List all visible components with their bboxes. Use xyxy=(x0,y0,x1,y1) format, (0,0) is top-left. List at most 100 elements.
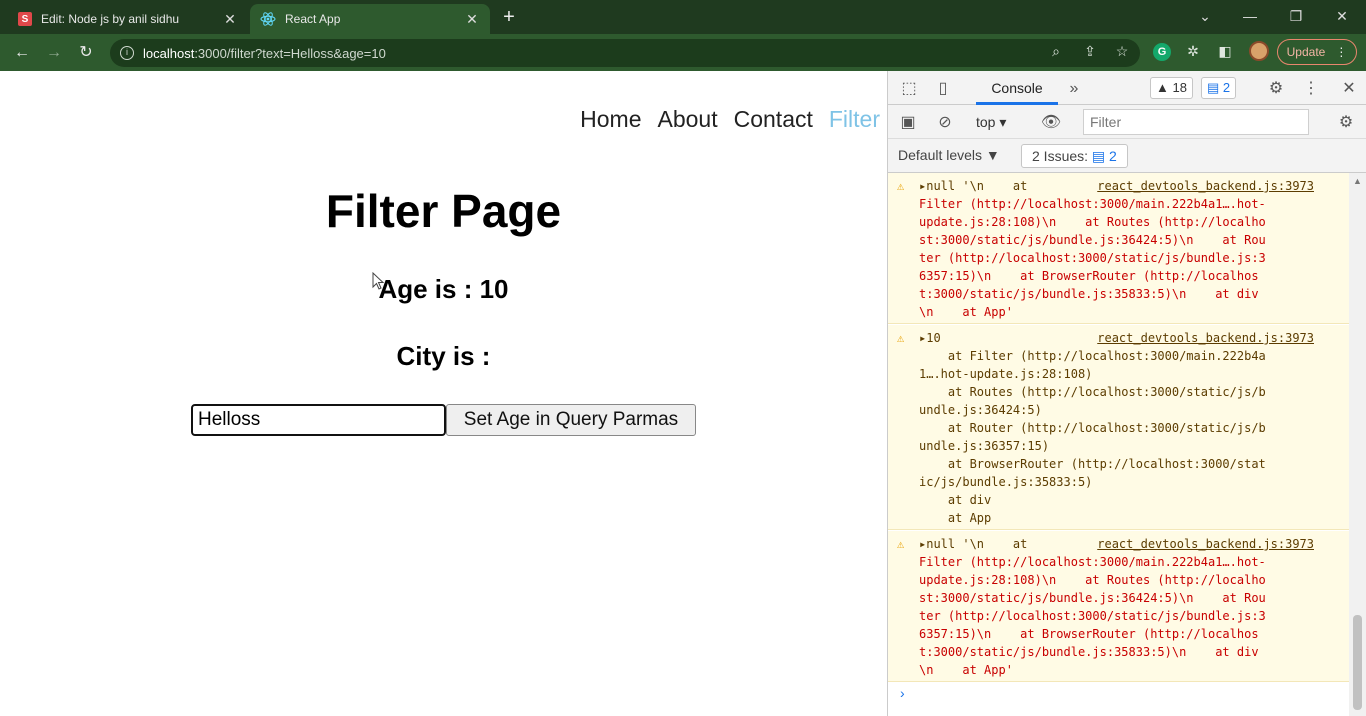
log-line: update.js:28:108)\n at Routes (http://lo… xyxy=(919,573,1266,587)
nav-link-filter[interactable]: Filter xyxy=(829,106,880,133)
new-tab-button[interactable]: + xyxy=(498,6,520,28)
tab-title: React App xyxy=(285,12,341,26)
inspect-element-icon[interactable]: ⬚ xyxy=(898,78,920,100)
tab-react-app[interactable]: React App ✕ xyxy=(250,4,490,34)
console-warning[interactable]: ⚠ react_devtools_backend.js:3973 ▸10 at … xyxy=(888,325,1350,530)
close-icon[interactable]: ✕ xyxy=(464,11,480,28)
issues-label: 2 Issues: xyxy=(1032,148,1089,164)
url-host: localhost xyxy=(143,45,195,61)
warnings-badge[interactable]: ▲ 18 xyxy=(1150,77,1193,99)
log-line: Filter (http://localhost:3000/main.222b4… xyxy=(919,197,1266,211)
log-line: ic/js/bundle.js:35833:5) xyxy=(919,475,1093,489)
log-line: at Routes (http://localhost:3000/static/… xyxy=(919,385,1266,399)
console-warning[interactable]: ⚠ react_devtools_backend.js:3973 ▸null '… xyxy=(888,173,1350,324)
message-icon: ▤ xyxy=(1207,80,1220,95)
issues-button[interactable]: 2 Issues: ▤ 2 xyxy=(1021,144,1128,168)
device-toolbar-icon[interactable]: ▯ xyxy=(932,78,954,100)
live-expression-eye-icon[interactable]: 👁 xyxy=(1040,112,1062,134)
messages-count: 2 xyxy=(1222,80,1231,95)
log-line: at App xyxy=(919,511,992,525)
context-select[interactable]: top ▾ xyxy=(976,111,1020,133)
log-line: ter (http://localhost:3000/static/js/bun… xyxy=(919,251,1266,265)
log-levels-select[interactable]: Default levels ▼ xyxy=(898,147,1000,163)
more-options-icon[interactable]: ⋮ xyxy=(1300,78,1322,100)
forward-icon[interactable]: → xyxy=(42,41,66,65)
scroll-thumb[interactable] xyxy=(1353,615,1362,710)
log-line: update.js:28:108)\n at Routes (http://lo… xyxy=(919,215,1266,229)
page-viewport: Home About Contact Filter Filter Page Ag… xyxy=(0,71,887,716)
issues-message-icon: ▤ xyxy=(1091,148,1106,164)
minimize-button[interactable]: — xyxy=(1230,5,1270,27)
log-line: 1….hot-update.js:28:108) xyxy=(919,367,1093,381)
console-messages: ⚠ react_devtools_backend.js:3973 ▸null '… xyxy=(888,173,1350,716)
extensions-puzzle-icon[interactable]: ✲ xyxy=(1183,41,1203,61)
log-line: st:3000/static/js/bundle.js:36424:5)\n a… xyxy=(919,233,1266,247)
tab-title: Edit: Node js by anil sidhu xyxy=(41,12,180,26)
console-scrollbar[interactable]: ▲ xyxy=(1349,173,1366,716)
profile-avatar[interactable] xyxy=(1249,41,1269,61)
side-panel-icon[interactable]: ◧ xyxy=(1215,41,1235,61)
chevron-down-icon: ▾ xyxy=(999,114,1007,130)
issues-count: 2 xyxy=(1109,148,1117,164)
scroll-up-icon[interactable]: ▲ xyxy=(1353,176,1362,186)
source-link[interactable]: react_devtools_backend.js:3973 xyxy=(1097,177,1314,195)
more-menu-icon[interactable]: ⋮ xyxy=(1335,45,1347,59)
sidebar-toggle-icon[interactable]: ▣ xyxy=(897,112,919,134)
city-text: City is : xyxy=(396,341,491,371)
reload-icon[interactable]: ↻ xyxy=(74,41,98,65)
nav-link-home[interactable]: Home xyxy=(580,106,641,133)
settings-gear-icon[interactable]: ⚙ xyxy=(1265,78,1287,100)
log-line: t:3000/static/js/bundle.js:35833:5)\n at… xyxy=(919,645,1259,659)
console-settings-gear-icon[interactable]: ⚙ xyxy=(1335,112,1357,134)
site-info-icon[interactable]: i xyxy=(120,46,134,60)
back-icon[interactable]: ← xyxy=(10,41,34,65)
devtools-close-icon[interactable]: ✕ xyxy=(1338,78,1360,100)
log-line: ter (http://localhost:3000/static/js/bun… xyxy=(919,609,1266,623)
log-line: Filter (http://localhost:3000/main.222b4… xyxy=(919,555,1266,569)
address-bar[interactable]: i localhost:3000/filter?text=Helloss&age… xyxy=(110,39,1140,67)
console-toolbar: ▣ ⊘ top ▾ 👁 Filter ⚙ xyxy=(888,105,1366,139)
grammarly-extension-icon[interactable]: G xyxy=(1153,43,1171,61)
text-input[interactable]: Helloss xyxy=(191,404,446,436)
source-link[interactable]: react_devtools_backend.js:3973 xyxy=(1097,329,1314,347)
nav-link-about[interactable]: About xyxy=(658,106,718,133)
share-icon[interactable]: ⇪ xyxy=(1080,41,1100,61)
console-filter-input[interactable]: Filter xyxy=(1083,109,1309,135)
react-icon xyxy=(260,12,276,26)
set-age-button[interactable]: Set Age in Query Parmas xyxy=(446,404,696,436)
console-warning[interactable]: ⚠ react_devtools_backend.js:3973 ▸null '… xyxy=(888,531,1350,682)
source-link[interactable]: react_devtools_backend.js:3973 xyxy=(1097,535,1314,553)
restore-button[interactable]: ❐ xyxy=(1276,5,1316,27)
top-nav: Home About Contact Filter xyxy=(580,106,880,133)
devtools-tabbar: ⬚ ▯ Console » ▲ 18 ▤ 2 ⚙ ⋮ ✕ xyxy=(888,71,1366,105)
tab-edit-node-js[interactable]: S Edit: Node js by anil sidhu ✕ xyxy=(8,4,248,34)
window-close-button[interactable]: ✕ xyxy=(1322,5,1362,27)
log-line: undle.js:36424:5) xyxy=(919,403,1042,417)
log-line: \n at App' xyxy=(919,305,1013,319)
log-line: undle.js:36357:15) xyxy=(919,439,1050,453)
zoom-icon[interactable]: ⌕ xyxy=(1046,41,1066,61)
levels-row: Default levels ▼ 2 Issues: ▤ 2 xyxy=(888,139,1366,173)
tab-search-icon[interactable]: ⌄ xyxy=(1185,5,1225,27)
context-value: top xyxy=(976,114,996,130)
nav-link-contact[interactable]: Contact xyxy=(734,106,813,133)
log-line: st:3000/static/js/bundle.js:36424:5)\n a… xyxy=(919,591,1266,605)
console-prompt[interactable]: › xyxy=(900,685,905,701)
tab-console[interactable]: Console xyxy=(976,71,1058,105)
more-tabs-icon[interactable]: » xyxy=(1063,78,1085,100)
mouse-cursor-icon xyxy=(372,272,384,290)
age-text: Age is : 10 xyxy=(378,274,509,304)
bookmark-star-icon[interactable]: ☆ xyxy=(1112,41,1132,61)
update-button[interactable]: Update ⋮ xyxy=(1277,39,1357,65)
tab-strip: S Edit: Node js by anil sidhu ✕ React Ap… xyxy=(0,0,1366,34)
log-line: at div xyxy=(919,493,992,507)
devtools-panel: ⬚ ▯ Console » ▲ 18 ▤ 2 ⚙ ⋮ ✕ ▣ ⊘ top ▾ 👁… xyxy=(887,71,1366,716)
log-line: t:3000/static/js/bundle.js:35833:5)\n at… xyxy=(919,287,1259,301)
log-line: \n at App' xyxy=(919,663,1013,677)
messages-badge[interactable]: ▤ 2 xyxy=(1201,77,1237,99)
url-path: :3000/filter?text=Helloss&age=10 xyxy=(194,45,386,61)
clear-console-icon[interactable]: ⊘ xyxy=(934,112,956,134)
close-icon[interactable]: ✕ xyxy=(222,11,238,28)
update-label: Update xyxy=(1286,45,1326,59)
warning-icon: ⚠ xyxy=(897,537,905,551)
